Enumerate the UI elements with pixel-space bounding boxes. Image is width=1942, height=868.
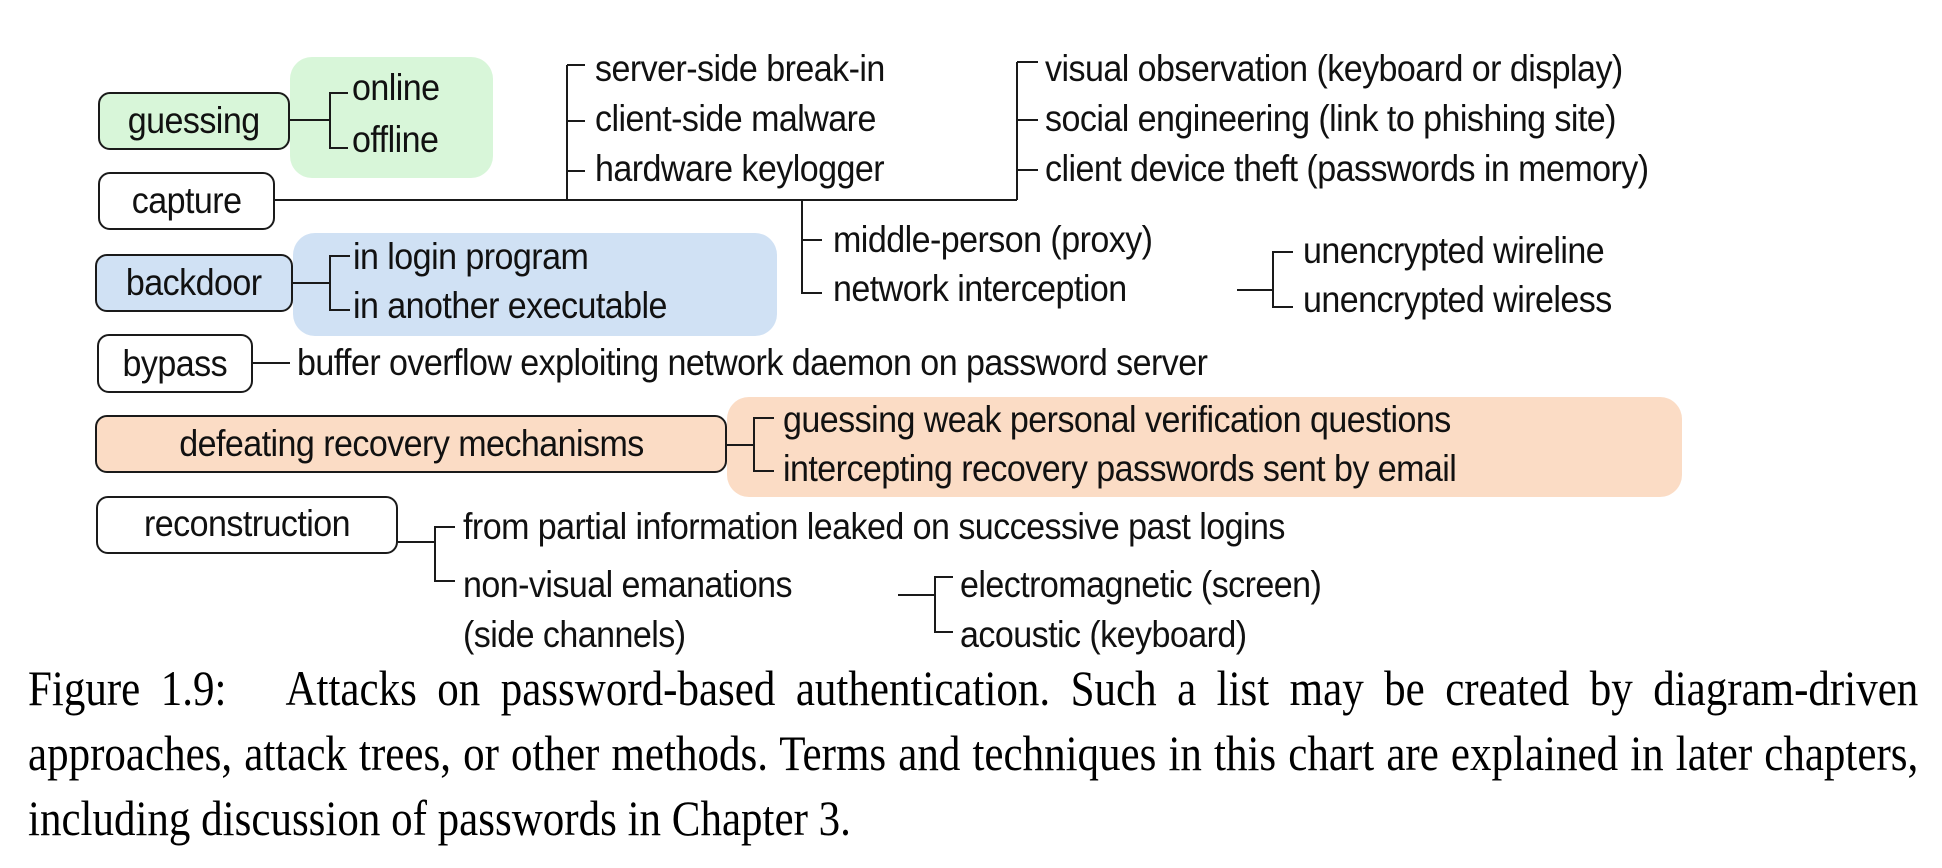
leaf-visual-observation: visual observation (keyboard or display) bbox=[1045, 48, 1623, 89]
leaf-network-interception: network interception bbox=[833, 268, 1127, 309]
backdoor-bracket bbox=[329, 255, 350, 311]
leaf-middle-person: middle-person (proxy) bbox=[833, 219, 1153, 260]
leaf-side-channels: (side channels) bbox=[463, 614, 686, 655]
root-defeating-recovery-label: defeating recovery mechanisms bbox=[178, 423, 644, 464]
figure-caption: Figure 1.9: Attacks on password-based au… bbox=[28, 656, 1918, 851]
leaf-partial-information: from partial information leaked on succe… bbox=[463, 506, 1285, 547]
leaf-acoustic: acoustic (keyboard) bbox=[960, 614, 1247, 655]
guessing-bracket bbox=[329, 92, 348, 149]
figure-caption-text: Figure 1.9: Attacks on password-based au… bbox=[28, 656, 1918, 851]
leaf-buffer-overflow: buffer overflow exploiting network daemo… bbox=[297, 342, 1208, 383]
leaf-intercepting-recovery-passwords: intercepting recovery passwords sent by … bbox=[783, 448, 1457, 489]
leaf-electromagnetic: electromagnetic (screen) bbox=[960, 564, 1322, 605]
leaf-in-another-executable: in another executable bbox=[353, 285, 667, 326]
root-bypass: bypass bbox=[97, 334, 253, 393]
root-guessing: guessing bbox=[98, 92, 290, 150]
leaf-offline: offline bbox=[352, 119, 439, 160]
capture-bracket-3 bbox=[801, 200, 822, 294]
leaf-unencrypted-wireline: unencrypted wireline bbox=[1303, 230, 1605, 271]
leaf-unencrypted-wireless: unencrypted wireless bbox=[1303, 279, 1612, 320]
root-bypass-label: bypass bbox=[122, 343, 228, 384]
attack-diagram: guessing capture backdoor bypass defeati… bbox=[0, 0, 1942, 655]
leaf-client-device-theft: client device theft (passwords in memory… bbox=[1045, 148, 1649, 189]
leaf-server-side-break-in: server-side break-in bbox=[595, 48, 885, 89]
leaf-non-visual-emanations: non-visual emanations bbox=[463, 564, 793, 605]
leaf-in-login-program: in login program bbox=[353, 236, 589, 277]
root-reconstruction: reconstruction bbox=[96, 496, 398, 554]
root-backdoor-label: backdoor bbox=[126, 262, 262, 303]
figure-caption-label: Figure 1.9: bbox=[28, 660, 227, 716]
root-backdoor: backdoor bbox=[95, 254, 293, 312]
root-capture-label: capture bbox=[131, 180, 242, 221]
leaf-client-side-malware: client-side malware bbox=[595, 98, 876, 139]
reconstruction-bracket bbox=[434, 526, 455, 582]
emanation-bracket bbox=[934, 576, 953, 633]
leaf-social-engineering: social engineering (link to phishing sit… bbox=[1045, 98, 1617, 139]
root-guessing-label: guessing bbox=[128, 100, 260, 141]
network-bracket bbox=[1272, 251, 1293, 308]
leaf-hardware-keylogger: hardware keylogger bbox=[595, 148, 885, 189]
root-defeating-recovery: defeating recovery mechanisms bbox=[95, 415, 727, 473]
figure-caption-body: Attacks on password-based authentication… bbox=[28, 660, 1919, 846]
leaf-guessing-weak-questions: guessing weak personal verification ques… bbox=[783, 399, 1451, 440]
leaf-online: online bbox=[352, 67, 440, 108]
root-capture: capture bbox=[98, 172, 275, 230]
recovery-bracket bbox=[753, 417, 774, 472]
root-reconstruction-label: reconstruction bbox=[143, 503, 351, 544]
